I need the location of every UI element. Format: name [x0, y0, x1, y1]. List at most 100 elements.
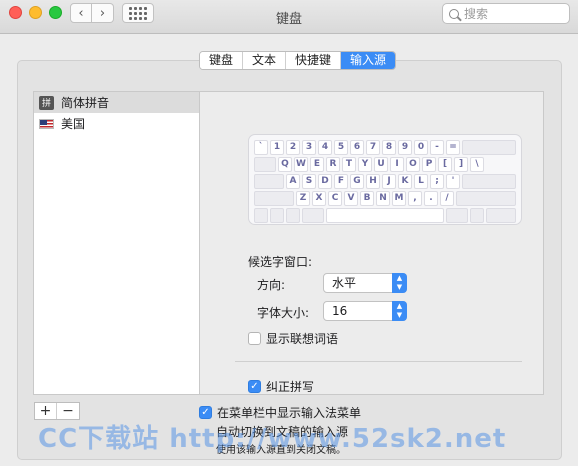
key: W: [294, 157, 308, 172]
key-caps: [254, 174, 284, 189]
tab-shortcuts[interactable]: 快捷键: [286, 52, 342, 69]
key: 0: [414, 140, 428, 155]
key: Q: [278, 157, 292, 172]
key: A: [286, 174, 300, 189]
candidate-window-heading: 候选字窗口:: [248, 255, 313, 269]
tab-text[interactable]: 文本: [243, 52, 287, 69]
key-option-right: [470, 208, 484, 223]
checkmark-icon: ✓: [248, 380, 261, 393]
font-size-value: 16: [332, 304, 348, 318]
key: ': [446, 174, 460, 189]
key: V: [344, 191, 358, 206]
key-control: [270, 208, 284, 223]
key-return: [462, 174, 516, 189]
key: -: [430, 140, 444, 155]
key: /: [440, 191, 454, 206]
up-down-chevron-icon: ▲ ▼: [392, 273, 407, 293]
key: R: [326, 157, 340, 172]
key-delete: [462, 140, 516, 155]
tab-keyboard[interactable]: 键盘: [200, 52, 244, 69]
key: T: [342, 157, 356, 172]
title-bar: ‹ › 键盘: [0, 0, 578, 34]
key-fn: [254, 208, 268, 223]
source-label: 美国: [61, 117, 86, 131]
key: 4: [318, 140, 332, 155]
keyboard-preview: ` 1 2 3 4 5 6 7 8 9 0 - = Q W E R T Y U …: [248, 134, 522, 225]
key: M: [392, 191, 406, 206]
direction-label: 方向:: [257, 278, 286, 292]
add-source-button[interactable]: +: [35, 403, 57, 419]
show-suggestions-label: 显示联想词语: [266, 332, 339, 346]
correct-pinyin-label: 纠正拼写: [266, 380, 315, 394]
tab-input-sources[interactable]: 输入源: [341, 52, 396, 69]
remove-source-button[interactable]: −: [57, 403, 79, 419]
key-shift-right: [456, 191, 516, 206]
keyboard-row: ` 1 2 3 4 5 6 7 8 9 0 - =: [254, 140, 516, 155]
key: H: [366, 174, 380, 189]
watermark: CC下载站 http://www.52sk2.net: [38, 424, 507, 454]
key: X: [312, 191, 326, 206]
key: P: [422, 157, 436, 172]
keyboard-row: A S D F G H J K L ; ': [254, 174, 516, 189]
search-icon: [449, 8, 459, 19]
source-item-simplified-pinyin[interactable]: 拼 简体拼音: [34, 92, 199, 113]
search-input[interactable]: [464, 6, 559, 21]
source-item-us[interactable]: 美国: [34, 113, 199, 134]
show-suggestions-checkbox[interactable]: 显示联想词语: [248, 330, 338, 347]
tab-bar: 键盘 文本 快捷键 输入源: [199, 51, 397, 70]
key-space: [326, 208, 444, 223]
input-source-list[interactable]: 拼 简体拼音 美国: [33, 91, 200, 395]
divider: [235, 361, 522, 362]
key: Y: [358, 157, 372, 172]
key: 1: [270, 140, 284, 155]
key-arrows: [486, 208, 516, 223]
direction-value: 水平: [332, 276, 357, 290]
key: O: [406, 157, 420, 172]
font-size-label: 字体大小:: [257, 306, 310, 320]
key: 8: [382, 140, 396, 155]
key: 5: [334, 140, 348, 155]
key: N: [376, 191, 390, 206]
source-label: 简体拼音: [61, 96, 110, 110]
search-field[interactable]: [442, 3, 570, 24]
key: ]: [454, 157, 468, 172]
key: 3: [302, 140, 316, 155]
key: Z: [296, 191, 310, 206]
keyboard-row: Z X C V B N M , . /: [254, 191, 516, 206]
key: D: [318, 174, 332, 189]
key: J: [382, 174, 396, 189]
key: ,: [408, 191, 422, 206]
us-flag-icon: [39, 118, 54, 129]
correct-pinyin-checkbox[interactable]: ✓ 纠正拼写: [248, 378, 314, 395]
key-tab: [254, 157, 276, 172]
checkbox-icon: [248, 332, 261, 345]
font-size-select[interactable]: 16 ▲ ▼: [323, 301, 407, 321]
key: U: [374, 157, 388, 172]
key: 7: [366, 140, 380, 155]
keyboard-row: Q W E R T Y U I O P [ ] \: [254, 157, 516, 172]
key: K: [398, 174, 412, 189]
key: 9: [398, 140, 412, 155]
key: ;: [430, 174, 444, 189]
key: E: [310, 157, 324, 172]
key: 6: [350, 140, 364, 155]
keyboard-row: [254, 208, 516, 223]
pinyin-badge-icon: 拼: [39, 95, 54, 110]
key: `: [254, 140, 268, 155]
key: [: [438, 157, 452, 172]
up-down-chevron-icon: ▲ ▼: [392, 301, 407, 321]
key-shift: [254, 191, 294, 206]
key: L: [414, 174, 428, 189]
key: S: [302, 174, 316, 189]
key: G: [350, 174, 364, 189]
key-command-right: [446, 208, 468, 223]
direction-select[interactable]: 水平 ▲ ▼: [323, 273, 407, 293]
key-option: [286, 208, 300, 223]
key: 2: [286, 140, 300, 155]
key: B: [360, 191, 374, 206]
key: F: [334, 174, 348, 189]
key: =: [446, 140, 460, 155]
key: I: [390, 157, 404, 172]
key: .: [424, 191, 438, 206]
key: \: [470, 157, 484, 172]
